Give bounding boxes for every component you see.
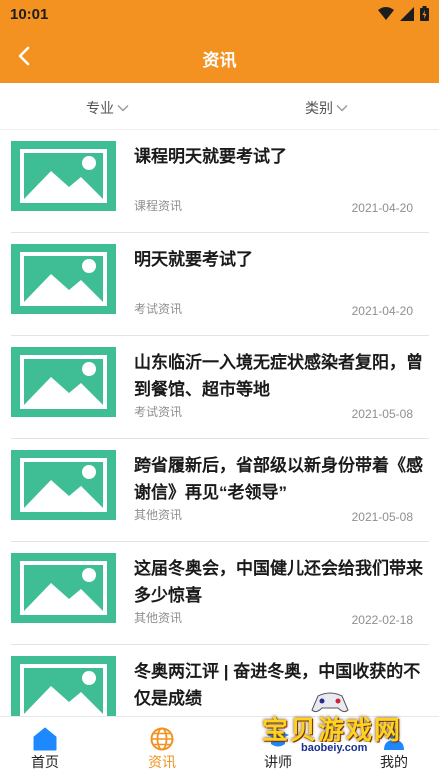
filter-major-label: 专业 [86,100,114,116]
news-item[interactable]: 跨省履新后，省部级以新身份带着《感谢信》再见“老领导” 其他资讯 2021-05… [11,439,429,542]
page-title: 资讯 [202,51,237,70]
news-tag: 考试资讯 [134,405,183,419]
news-title: 这届冬奥会，中国健儿还会给我们带来多少惊喜 [134,559,423,605]
tab-lecturer[interactable]: 讲师 [233,717,323,780]
image-placeholder-icon [11,244,116,314]
news-list: 课程明天就要考试了 课程资讯 2021-04-20 明天就要考试了 考试资讯 2… [0,130,439,716]
filter-category-dropdown[interactable]: 类别 [305,98,348,118]
image-placeholder-icon [11,450,116,520]
news-date: 2021-04-20 [351,304,413,318]
signal-icon [400,6,414,21]
news-date: 2021-05-08 [351,407,413,421]
home-icon [33,727,57,751]
news-title: 山东临沂一入境无症状感染者复阳，曾到餐馆、超市等地 [134,353,423,399]
tab-mine[interactable]: 我的 [349,717,439,780]
news-date: 2022-02-18 [351,613,413,627]
user-icon [384,728,404,750]
image-placeholder-icon [11,347,116,417]
news-title: 冬奥两江评 | 奋进冬奥，中国收获的不仅是成绩 [134,662,421,708]
news-tag: 课程资讯 [134,199,183,213]
image-placeholder-icon [11,553,116,623]
news-tag: 其他资讯 [134,611,183,625]
title-bar: 资讯 [0,30,439,83]
status-icons [378,6,429,21]
tab-label: 讲师 [264,754,292,770]
image-placeholder-icon [11,141,116,211]
status-bar: 10:01 [0,0,439,30]
lecturer-icon [267,730,289,747]
news-tag: 考试资讯 [134,302,183,316]
battery-icon [420,6,429,21]
filter-category-label: 类别 [305,100,333,116]
news-item[interactable]: 冬奥两江评 | 奋进冬奥，中国收获的不仅是成绩 [11,645,429,716]
filter-bar: 专业 类别 [0,83,439,130]
news-title: 明天就要考试了 [134,250,253,269]
news-date: 2021-05-08 [351,510,413,524]
news-date: 2021-04-20 [351,201,413,215]
news-item[interactable]: 山东临沂一入境无症状感染者复阳，曾到餐馆、超市等地 考试资讯 2021-05-0… [11,336,429,439]
globe-icon [150,727,174,751]
tab-label: 资讯 [148,754,176,770]
tab-home[interactable]: 首页 [0,717,90,780]
tab-label: 我的 [380,754,408,770]
wifi-icon [378,6,394,20]
news-title: 跨省履新后，省部级以新身份带着《感谢信》再见“老领导” [134,456,423,502]
status-time: 10:01 [10,6,49,23]
chevron-down-icon [117,105,129,112]
news-tag: 其他资讯 [134,508,183,522]
news-item[interactable]: 课程明天就要考试了 课程资讯 2021-04-20 [11,130,429,233]
filter-major-dropdown[interactable]: 专业 [86,98,129,118]
tab-news[interactable]: 资讯 [117,717,207,780]
image-placeholder-icon [11,656,116,716]
news-item[interactable]: 这届冬奥会，中国健儿还会给我们带来多少惊喜 其他资讯 2022-02-18 [11,542,429,645]
tab-label: 首页 [31,754,59,770]
chevron-down-icon [336,105,348,112]
news-title: 课程明天就要考试了 [134,147,287,166]
tab-bar: 首页 资讯 讲师 我的 [0,716,439,780]
news-item[interactable]: 明天就要考试了 考试资讯 2021-04-20 [11,233,429,336]
